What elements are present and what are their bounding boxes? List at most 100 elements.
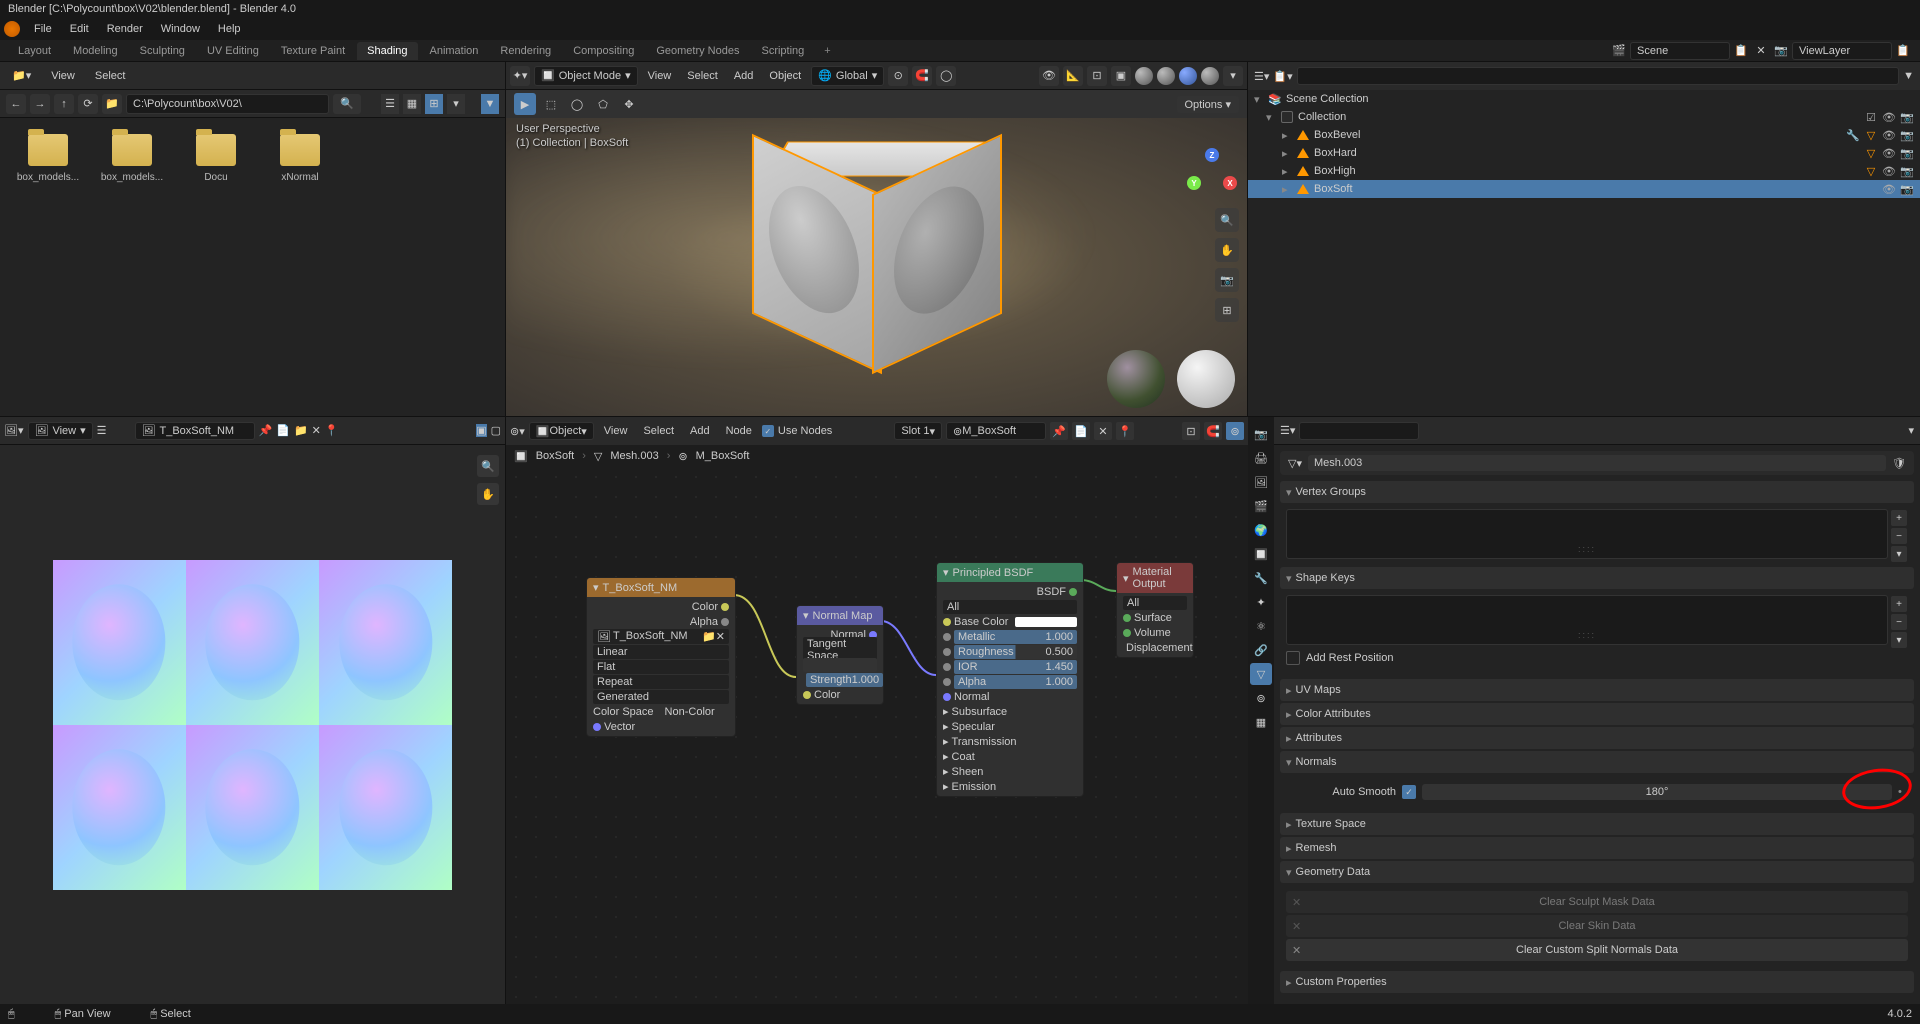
tab-world-icon[interactable]: 🌍 <box>1250 519 1272 541</box>
panel-texture-space[interactable]: ▸Texture Space <box>1280 813 1914 835</box>
axis-y-icon[interactable]: Y <box>1187 176 1201 190</box>
tab-texture-paint[interactable]: Texture Paint <box>271 42 355 60</box>
hdri-sphere-icon[interactable] <box>1107 350 1165 408</box>
new-button[interactable]: 📄 <box>1072 422 1090 440</box>
folder-item[interactable]: box_models... <box>16 134 80 183</box>
tab-particle-icon[interactable]: ✦ <box>1250 591 1272 613</box>
zoom-icon[interactable]: 🔍 <box>477 455 499 477</box>
pin-button[interactable]: 📌 <box>1050 422 1068 440</box>
panel-vertex-groups[interactable]: ▾Vertex Groups <box>1280 481 1914 503</box>
editor-type-dropdown[interactable]: ⊚▾ <box>510 425 525 438</box>
options-dropdown[interactable]: ▾ <box>1908 424 1914 437</box>
matte-sphere-icon[interactable] <box>1177 350 1235 408</box>
pan-icon[interactable]: ✋ <box>1215 238 1239 262</box>
menu-edit[interactable]: Edit <box>62 21 97 37</box>
eye-icon[interactable]: 👁 <box>1882 183 1896 196</box>
vp-menu-view[interactable]: View <box>642 68 678 84</box>
render-icon[interactable]: 📷 <box>1900 129 1914 142</box>
perspective-icon[interactable]: ⊞ <box>1215 298 1239 322</box>
shading-solid-icon[interactable] <box>1157 67 1175 85</box>
shape-keys-list[interactable]: +−▾:::: <box>1286 595 1888 645</box>
material-selector[interactable]: ⊚ M_BoxSoft <box>946 422 1046 440</box>
ne-menu-node[interactable]: Node <box>720 423 758 439</box>
remove-button[interactable]: − <box>1891 614 1907 630</box>
render-icon[interactable]: 📷 <box>1900 147 1914 160</box>
display-mode-dropdown[interactable]: 📋▾ <box>1273 70 1292 83</box>
view-sort-button[interactable]: ▾ <box>447 94 465 114</box>
editor-type-dropdown[interactable]: ☰▾ <box>1280 424 1295 437</box>
shading-dropdown[interactable]: ▾ <box>1223 66 1243 86</box>
panel-remesh[interactable]: ▸Remesh <box>1280 837 1914 859</box>
path-input[interactable]: C:\Polycount\box\V02\ <box>126 94 329 114</box>
axis-z-icon[interactable]: Z <box>1205 148 1219 162</box>
fb-menu-view[interactable]: View <box>45 68 81 84</box>
view-grid-button[interactable]: ⊞ <box>425 94 443 114</box>
search-button[interactable]: 🔍 <box>333 94 361 114</box>
outliner-collection[interactable]: ▾Collection ☑ 👁 📷 <box>1248 108 1920 126</box>
panel-normals[interactable]: ▾Normals <box>1280 751 1914 773</box>
shading-rendered-icon[interactable] <box>1201 67 1219 85</box>
node-normal-map[interactable]: ▾Normal Map Normal Tangent Space Strengt… <box>796 605 884 705</box>
remove-button[interactable]: − <box>1891 528 1907 544</box>
slot-dropdown[interactable]: Slot 1 ▾ <box>894 422 942 440</box>
vp-menu-add[interactable]: Add <box>728 68 760 84</box>
outliner-item-selected[interactable]: ▸BoxSoft 👁📷 <box>1248 180 1920 198</box>
open-button[interactable]: 📁 <box>294 424 308 437</box>
tab-physics-icon[interactable]: ⚛ <box>1250 615 1272 637</box>
use-nodes-checkbox[interactable]: ✓Use Nodes <box>762 425 832 437</box>
overlay-button[interactable]: ⊡ <box>1182 422 1200 440</box>
unlink-button[interactable]: ✕ <box>312 424 321 437</box>
render-icon[interactable]: 📷 <box>1900 165 1914 178</box>
pin-button[interactable]: 📌 <box>259 424 273 437</box>
folder-item[interactable]: box_models... <box>100 134 164 183</box>
nav-back-button[interactable]: ← <box>6 94 26 114</box>
channel-rgb-button[interactable]: ▣ <box>476 424 486 437</box>
image-selector[interactable]: 🖼 T_BoxSoft_NM <box>135 422 255 440</box>
mesh-name-field[interactable]: Mesh.003 <box>1308 455 1886 471</box>
tab-scene-icon[interactable]: 🎬 <box>1250 495 1272 517</box>
menu-button[interactable]: ▾ <box>1891 546 1907 562</box>
axis-x-icon[interactable]: X <box>1223 176 1237 190</box>
shading-wireframe-icon[interactable] <box>1135 67 1153 85</box>
mesh-icon[interactable]: ▽ <box>1864 129 1878 142</box>
tab-compositing[interactable]: Compositing <box>563 42 644 60</box>
tab-layout[interactable]: Layout <box>8 42 61 60</box>
tab-modeling[interactable]: Modeling <box>63 42 128 60</box>
editor-type-dropdown[interactable]: ✦▾ <box>510 66 530 86</box>
properties-search-input[interactable] <box>1299 422 1419 440</box>
mode-dropdown[interactable]: 🔲 Object Mode ▾ <box>534 66 638 86</box>
vp-menu-object[interactable]: Object <box>763 68 807 84</box>
outliner-tree[interactable]: ▾📚Scene Collection ▾Collection ☑ 👁 📷 ▸Bo… <box>1248 90 1920 416</box>
tab-output-icon[interactable]: 🖨 <box>1250 447 1272 469</box>
outliner-item[interactable]: ▸BoxBevel 🔧▽ 👁📷 <box>1248 126 1920 144</box>
ne-menu-select[interactable]: Select <box>637 423 680 439</box>
new-viewlayer-button[interactable]: 📋 <box>1894 42 1912 60</box>
nav-forward-button[interactable]: → <box>30 94 50 114</box>
shader-type-dropdown[interactable]: 🔲 Object ▾ <box>529 422 594 440</box>
new-image-button[interactable]: 📄 <box>276 424 290 437</box>
add-button[interactable]: + <box>1891 596 1907 612</box>
panel-uv-maps[interactable]: ▸UV Maps <box>1280 679 1914 701</box>
pin-material-button[interactable]: 📍 <box>1116 422 1134 440</box>
tab-uv[interactable]: UV Editing <box>197 42 269 60</box>
menu-button[interactable]: ▾ <box>1891 632 1907 648</box>
fake-user-button[interactable]: 🛡 <box>1892 457 1906 470</box>
fake-user-button[interactable]: 📍 <box>325 424 339 437</box>
tab-material-icon[interactable]: ⊚ <box>1250 687 1272 709</box>
eye-icon[interactable]: 👁 <box>1882 147 1896 160</box>
options-dropdown[interactable]: Options ▾ <box>1177 96 1240 113</box>
clear-sculpt-button[interactable]: ✕Clear Sculpt Mask Data <box>1286 891 1908 913</box>
clear-skin-button[interactable]: ✕Clear Skin Data <box>1286 915 1908 937</box>
snap-button[interactable]: 🧲 <box>1204 422 1222 440</box>
tab-viewlayer-icon[interactable]: 🖼 <box>1250 471 1272 493</box>
image-canvas[interactable] <box>0 445 505 1004</box>
xray-button[interactable]: ▣ <box>1111 66 1131 86</box>
tab-mesh-data-icon[interactable]: ▽ <box>1250 663 1272 685</box>
channel-alpha-button[interactable]: ▢ <box>491 424 501 437</box>
modifier-icon[interactable]: 🔧 <box>1846 129 1860 142</box>
channel-button[interactable]: ⊚ <box>1226 422 1244 440</box>
nav-refresh-button[interactable]: ⟳ <box>78 94 98 114</box>
outliner-root[interactable]: ▾📚Scene Collection <box>1248 90 1920 108</box>
node-canvas[interactable]: ▾T_BoxSoft_NM Color Alpha 🖼T_BoxSoft_NM📁… <box>506 467 1248 1004</box>
camera-icon[interactable]: 📷 <box>1215 268 1239 292</box>
